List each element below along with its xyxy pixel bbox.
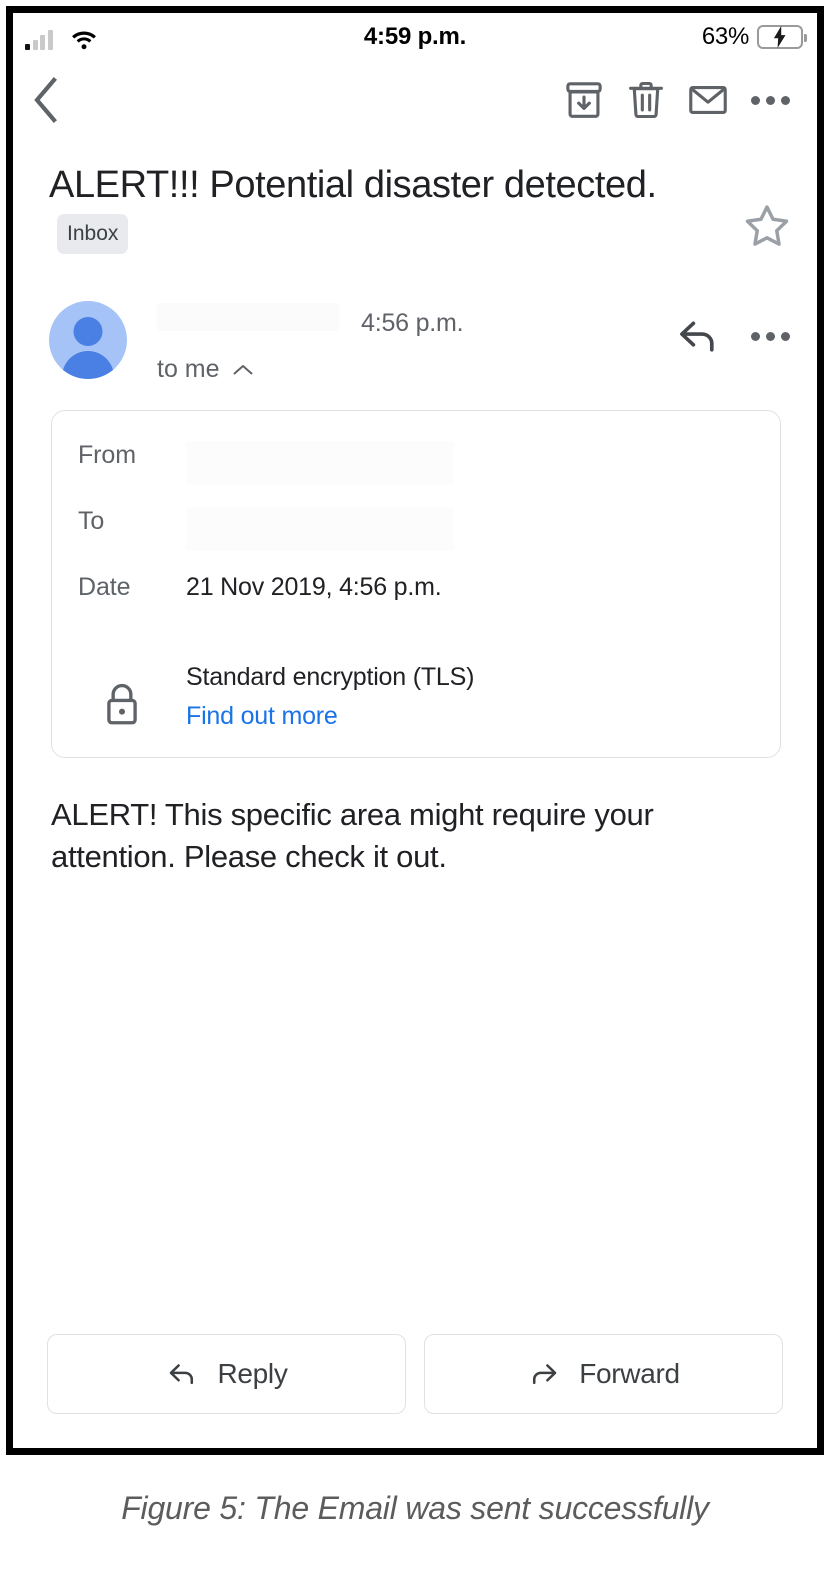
encryption-status: Standard encryption (TLS) bbox=[186, 663, 475, 691]
battery-icon bbox=[757, 25, 807, 49]
date-value: 21 Nov 2019, 4:56 p.m. bbox=[186, 573, 442, 601]
forward-arrow-icon bbox=[533, 1364, 557, 1385]
email-body-text: ALERT! This specific area might require … bbox=[51, 797, 654, 874]
charging-bolt-icon bbox=[773, 26, 786, 48]
phone-screenshot-frame: 4:59 p.m. 63% ALERT!!! Potential disaste… bbox=[6, 6, 824, 1455]
label-chip-inbox[interactable]: Inbox bbox=[57, 213, 129, 254]
status-bar-right: 63% bbox=[701, 23, 807, 51]
subject-line: ALERT!!! Potential disaster detected. bbox=[49, 164, 657, 206]
sender-name-row: 4:56 p.m. bbox=[157, 303, 669, 337]
from-value-redacted bbox=[186, 441, 454, 485]
sender-meta: 4:56 p.m. to me bbox=[127, 301, 669, 384]
figure-caption: Figure 5: The Email was sent successfull… bbox=[121, 1490, 709, 1526]
email-timestamp: 4:56 p.m. bbox=[361, 309, 464, 337]
date-label: Date bbox=[78, 573, 131, 601]
reply-button-label: Reply bbox=[217, 1358, 288, 1389]
sender-header: 4:56 p.m. to me bbox=[13, 259, 817, 384]
phone-screen: 4:59 p.m. 63% ALERT!!! Potential disaste… bbox=[13, 13, 817, 1448]
trash-icon bbox=[629, 81, 663, 119]
archive-button[interactable] bbox=[553, 69, 615, 131]
reply-arrow-icon bbox=[170, 1364, 194, 1385]
message-more-options-button[interactable] bbox=[741, 307, 799, 365]
to-value bbox=[186, 503, 454, 551]
more-options-button[interactable] bbox=[739, 69, 801, 131]
envelope-icon bbox=[689, 85, 727, 115]
page-title: ALERT!!! Potential disaster detected. Inb… bbox=[49, 161, 735, 258]
mark-unread-button[interactable] bbox=[677, 69, 739, 131]
sender-name-redacted bbox=[157, 303, 339, 331]
star-button[interactable] bbox=[735, 195, 799, 259]
cellular-signal-icon bbox=[25, 30, 53, 50]
find-out-more-link[interactable]: Find out more bbox=[186, 702, 474, 731]
sender-actions bbox=[669, 301, 799, 365]
forward-button[interactable]: Forward bbox=[424, 1334, 783, 1414]
reply-icon-button[interactable] bbox=[669, 307, 727, 365]
to-value-redacted bbox=[186, 507, 454, 551]
figure-container: 4:59 p.m. 63% ALERT!!! Potential disaste… bbox=[0, 0, 830, 1572]
wifi-icon bbox=[71, 31, 96, 50]
subject-header: ALERT!!! Potential disaster detected. Inb… bbox=[13, 139, 817, 259]
status-bar-left bbox=[25, 24, 97, 50]
reply-button[interactable]: Reply bbox=[47, 1334, 406, 1414]
to-label: To bbox=[78, 507, 105, 535]
back-button[interactable] bbox=[31, 69, 85, 131]
lock-icon-wrap bbox=[78, 663, 186, 727]
bottom-action-bar: Reply Forward bbox=[13, 1334, 817, 1414]
encryption-info: Standard encryption (TLS) Find out more bbox=[186, 663, 474, 731]
email-toolbar bbox=[13, 61, 817, 139]
avatar[interactable] bbox=[49, 301, 127, 379]
detail-row-from: From bbox=[52, 437, 780, 503]
forward-button-label: Forward bbox=[579, 1358, 680, 1389]
lock-icon bbox=[107, 683, 137, 725]
chevron-up-icon bbox=[233, 364, 253, 374]
status-bar: 4:59 p.m. 63% bbox=[13, 13, 817, 61]
detail-row-to: To bbox=[52, 503, 780, 569]
more-vert-icon bbox=[750, 95, 790, 105]
more-vert-icon bbox=[750, 331, 790, 341]
detail-row-encryption: Standard encryption (TLS) Find out more bbox=[52, 663, 780, 731]
recipients-label: to me bbox=[157, 355, 220, 383]
recipients-toggle[interactable]: to me bbox=[157, 355, 254, 384]
reply-arrow-icon bbox=[680, 321, 714, 352]
battery-percentage: 63% bbox=[701, 23, 749, 50]
detail-row-date: Date 21 Nov 2019, 4:56 p.m. bbox=[52, 569, 780, 635]
from-value bbox=[186, 437, 454, 485]
star-outline-icon bbox=[745, 205, 789, 246]
from-label: From bbox=[78, 441, 136, 469]
back-arrow-icon bbox=[34, 77, 57, 123]
avatar-head bbox=[73, 317, 103, 346]
avatar-body bbox=[62, 351, 114, 379]
status-bar-clock: 4:59 p.m. bbox=[363, 23, 467, 50]
archive-icon bbox=[566, 82, 602, 118]
message-details-card: From To Date 21 Nov 2019, 4:56 p.m. Stan… bbox=[51, 410, 781, 758]
delete-button[interactable] bbox=[615, 69, 677, 131]
